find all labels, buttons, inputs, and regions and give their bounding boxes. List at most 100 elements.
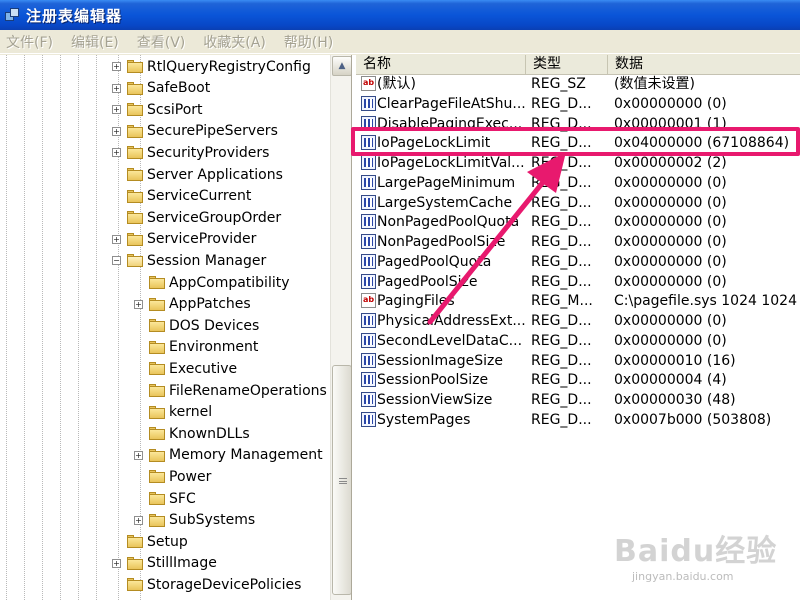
value-type: REG_D... xyxy=(531,194,592,211)
tree-item-label: SecurePipeServers xyxy=(147,123,278,140)
value-row[interactable]: LargeSystemCache REG_D... 0x00000000 (0) xyxy=(356,193,800,213)
value-row[interactable]: SecondLevelDataC... REG_D... 0x00000000 (0… xyxy=(356,331,800,351)
expand-icon[interactable]: + xyxy=(112,234,121,244)
expand-icon[interactable]: + xyxy=(134,515,143,525)
menu-edit[interactable]: 编辑(E) xyxy=(71,32,119,52)
tree-item[interactable]: + Memory Management xyxy=(134,445,323,466)
menu-file[interactable]: 文件(F) xyxy=(6,32,53,52)
binary-icon xyxy=(361,313,376,328)
expand-icon[interactable]: + xyxy=(112,62,121,71)
tree-item[interactable]: Setup xyxy=(112,531,188,552)
tree-item[interactable]: kernel xyxy=(134,402,212,423)
tree-item[interactable]: + ScsiPort xyxy=(112,99,203,120)
list-header: 名称 类型 数据 xyxy=(356,55,800,75)
value-row[interactable]: NonPagedPoolQuota REG_D... 0x00000000 (0) xyxy=(356,212,800,232)
value-row[interactable]: SessionImageSize REG_D... 0x00000010 (16) xyxy=(356,351,800,371)
binary-icon xyxy=(361,253,376,269)
tree-item[interactable]: + StillImage xyxy=(112,553,217,574)
value-type: REG_D... xyxy=(531,273,592,290)
tree-item[interactable]: ServiceCurrent xyxy=(112,186,251,207)
value-name: PagedPoolQuota xyxy=(377,253,492,270)
tree-item[interactable]: KnownDLLs xyxy=(134,423,250,444)
value-row[interactable]: ClearPageFileAtShu... REG_D... 0x00000000 … xyxy=(356,94,800,114)
tree-item-label: ScsiPort xyxy=(147,101,203,118)
value-name: PagingFiles xyxy=(377,293,455,310)
menu-favorites[interactable]: 收藏夹(A) xyxy=(203,32,266,52)
value-type: REG_D... xyxy=(531,411,592,428)
value-row[interactable]: NonPagedPoolSize REG_D... 0x00000000 (0) xyxy=(356,232,800,252)
tree-item[interactable]: + SafeBoot xyxy=(112,78,210,99)
value-type: REG_D... xyxy=(531,214,592,231)
value-type: REG_D... xyxy=(531,332,592,349)
value-data: 0x00000000 (0) xyxy=(614,313,727,329)
expand-icon xyxy=(112,192,121,201)
menu-view[interactable]: 查看(V) xyxy=(137,32,186,52)
tree-item[interactable]: + RtlQueryRegistryConfig xyxy=(112,56,311,77)
tree-item[interactable]: Server Applications xyxy=(112,164,283,185)
tree-item[interactable]: FileRenameOperations xyxy=(134,380,327,401)
expand-icon xyxy=(134,278,143,287)
value-name: SecondLevelDataC... xyxy=(377,332,523,349)
tree-item[interactable]: StorageDevicePolicies xyxy=(112,574,301,595)
expand-icon[interactable]: + xyxy=(112,148,121,158)
tree-item[interactable]: Power xyxy=(134,466,211,487)
value-type: REG_D... xyxy=(531,174,592,191)
collapse-icon[interactable]: − xyxy=(112,256,121,266)
expand-icon xyxy=(112,580,121,589)
value-row[interactable]: ab PagingFiles REG_M... C:\pagefile.sys 102… xyxy=(356,291,800,311)
scroll-thumb[interactable] xyxy=(332,365,351,595)
tree-item[interactable]: + SecurePipeServers xyxy=(112,121,278,142)
tree-item[interactable]: + ServiceProvider xyxy=(112,229,256,250)
column-name[interactable]: 名称 xyxy=(356,55,526,74)
tree-item[interactable]: DOS Devices xyxy=(134,315,259,336)
menu-help[interactable]: 帮助(H) xyxy=(284,32,333,52)
value-row[interactable]: PagedPoolQuota REG_D... 0x00000000 (0) xyxy=(356,252,800,272)
value-data: 0x00000000 (0) xyxy=(614,253,727,270)
value-row[interactable]: PagedPoolSize REG_D... 0x00000000 (0) xyxy=(356,272,800,292)
tree-item[interactable]: ServiceGroupOrder xyxy=(112,207,281,228)
tree-item-label: DOS Devices xyxy=(169,317,260,334)
value-row[interactable]: IoPageLockLimitVal... REG_D... 0x00000002 … xyxy=(356,153,800,173)
tree-item[interactable]: Environment xyxy=(134,337,258,358)
folder-icon xyxy=(149,448,165,462)
tree-item-label: AppCompatibility xyxy=(169,274,290,291)
column-type[interactable]: 类型 xyxy=(526,55,608,74)
expand-icon[interactable]: + xyxy=(112,126,121,136)
expand-icon[interactable]: + xyxy=(134,299,143,309)
value-name: LargeSystemCache xyxy=(377,194,513,211)
expand-icon xyxy=(134,364,143,373)
folder-icon xyxy=(127,146,143,160)
tree-item[interactable]: + SecurityProviders xyxy=(112,142,269,163)
tree-item-label: ServiceProvider xyxy=(147,231,257,248)
expand-icon[interactable]: + xyxy=(112,83,121,93)
tree-item[interactable]: Executive xyxy=(134,358,237,379)
expand-icon[interactable]: + xyxy=(112,105,121,115)
value-row[interactable]: LargePageMinimum REG_D... 0x00000000 (0) xyxy=(356,173,800,193)
registry-tree: + RtlQueryRegistryConfig + SafeBoot + ScsiPor… xyxy=(0,55,352,600)
folder-icon xyxy=(149,405,165,419)
tree-item[interactable]: − Session Manager xyxy=(112,250,266,271)
tree-item[interactable]: AppCompatibility xyxy=(134,272,290,293)
value-row[interactable]: SystemPages REG_D... 0x0007b000 (503808) xyxy=(356,410,800,430)
tree-item[interactable]: + SubSystems xyxy=(134,510,255,531)
tree-item[interactable]: SFC xyxy=(134,488,196,509)
value-data: 0x00000000 (0) xyxy=(614,332,727,349)
regedit-icon xyxy=(4,7,20,23)
column-data[interactable]: 数据 xyxy=(608,55,800,74)
scroll-up-button[interactable]: ▲ xyxy=(332,56,351,76)
value-row[interactable]: PhysicalAddressExt... REG_D... 0x00000000 … xyxy=(356,311,800,331)
expand-icon xyxy=(134,472,143,481)
expand-icon xyxy=(134,321,143,330)
expand-icon[interactable]: + xyxy=(112,558,121,568)
value-row[interactable]: SessionViewSize REG_D... 0x00000030 (48) xyxy=(356,390,800,410)
folder-icon xyxy=(127,81,143,95)
binary-icon xyxy=(361,411,376,427)
binary-icon xyxy=(361,273,376,289)
expand-icon[interactable]: + xyxy=(134,450,143,460)
value-row[interactable]: SessionPoolSize REG_D... 0x00000004 (4) xyxy=(356,370,800,390)
value-row[interactable]: ab (默认) REG_SZ (数值未设置) xyxy=(356,74,800,94)
tree-scrollbar[interactable]: ▲ xyxy=(330,55,351,600)
tree-item[interactable]: + AppPatches xyxy=(134,294,251,315)
folder-icon xyxy=(127,60,143,73)
value-data: 0x00000000 (0) xyxy=(614,95,727,112)
